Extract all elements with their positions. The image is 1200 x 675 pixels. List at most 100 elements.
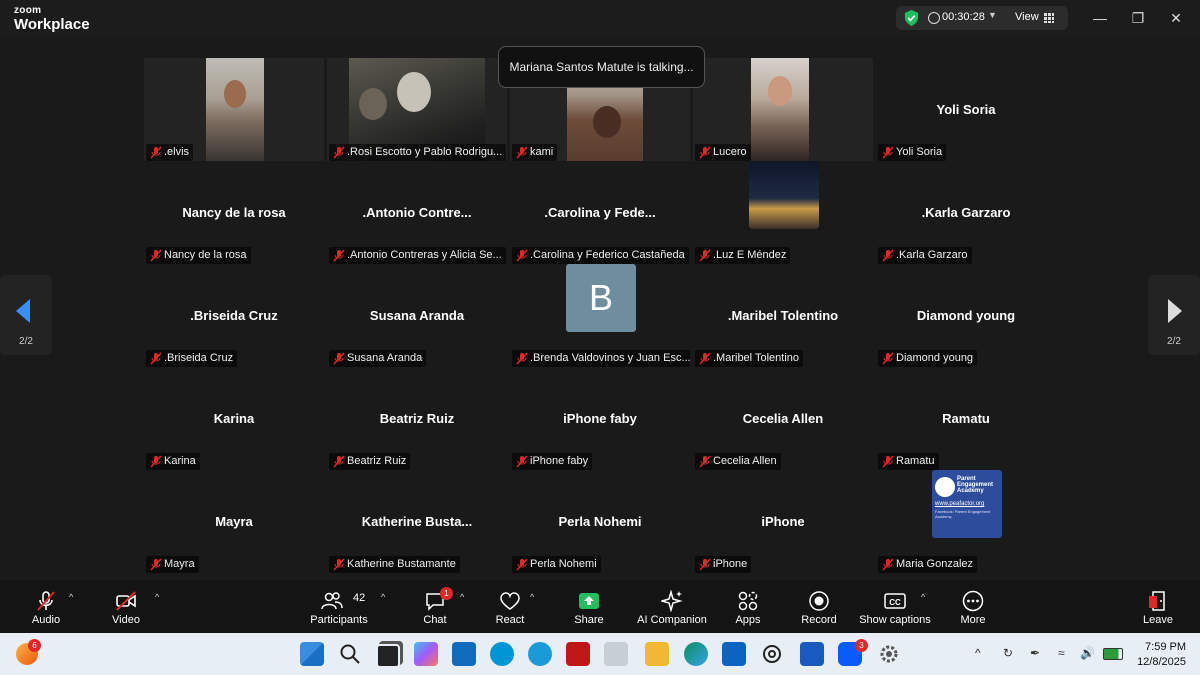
participants-button[interactable]: 42 Participants — [306, 580, 372, 633]
participant-label: .Maribel Tolentino — [695, 350, 804, 367]
participant-tile[interactable]: iPhone faby iPhone faby — [510, 367, 690, 470]
copilot-icon[interactable] — [414, 642, 438, 666]
microsoft-store-icon[interactable] — [452, 642, 476, 666]
more-button[interactable]: More — [952, 580, 994, 633]
leave-label: Leave — [1143, 614, 1173, 626]
participant-tile[interactable]: iPhone iPhone — [693, 470, 873, 573]
participant-name: Mayra — [215, 514, 253, 529]
record-button[interactable]: Record — [796, 580, 842, 633]
video-off-icon — [116, 591, 136, 611]
next-page-button[interactable]: 2/2 — [1148, 275, 1200, 355]
mic-muted-icon — [150, 352, 162, 365]
participant-tile[interactable]: Perla Nohemi Perla Nohemi — [510, 470, 690, 573]
meeting-timer[interactable]: 00:30:28 — [942, 11, 985, 23]
mic-muted-icon — [516, 352, 528, 365]
audio-label: Audio — [31, 614, 61, 626]
search-icon[interactable] — [338, 642, 362, 666]
restore-icon[interactable]: ❐ — [1128, 8, 1148, 28]
hp-icon[interactable] — [490, 642, 514, 666]
participant-label: iPhone faby — [512, 453, 593, 470]
react-label: React — [495, 614, 525, 626]
encryption-shield-icon[interactable] — [904, 10, 919, 26]
help-icon[interactable] — [528, 642, 552, 666]
participant-tile[interactable]: .Maribel Tolentino .Maribel Tolentino — [693, 264, 873, 367]
participant-tile[interactable]: .Antonio Contre... .Antonio Contreras y … — [327, 161, 507, 264]
video-button[interactable]: Video — [100, 580, 152, 633]
participant-tile[interactable]: .elvis — [144, 58, 324, 161]
participant-tile[interactable]: Yoli Soria Yoli Soria — [876, 58, 1056, 161]
participant-label: .Rosi Escotto y Pablo Rodrigu... — [329, 144, 507, 161]
mic-muted-icon — [882, 558, 894, 571]
mic-muted-icon — [37, 591, 55, 611]
react-options-chevron-icon[interactable]: ^ — [530, 592, 534, 602]
chat-options-chevron-icon[interactable]: ^ — [460, 592, 464, 602]
sparkle-icon — [661, 590, 683, 612]
apps-button[interactable]: Apps — [726, 580, 770, 633]
video-options-chevron-icon[interactable]: ^ — [155, 592, 159, 602]
participant-name: Ramatu — [942, 411, 990, 426]
participant-tile[interactable]: Diamond young Diamond young — [876, 264, 1056, 367]
participant-label: .Karla Garzaro — [878, 247, 972, 264]
participant-tile[interactable]: Ramatu Ramatu — [876, 367, 1056, 470]
participant-tile[interactable]: Karina Karina — [144, 367, 324, 470]
share-button[interactable]: Share — [566, 580, 612, 633]
system-clock[interactable]: 7:59 PM 12/8/2025 — [1137, 640, 1186, 670]
ai-companion-button[interactable]: AI Companion — [634, 580, 710, 633]
pen-icon[interactable]: ✒ — [1030, 646, 1040, 660]
outlook-icon[interactable] — [722, 642, 746, 666]
participant-tile[interactable]: Parent Engagement Academy www.peafactor.or… — [876, 470, 1056, 573]
participant-tile[interactable]: .Karla Garzaro .Karla Garzaro — [876, 161, 1056, 264]
battery-icon[interactable] — [1103, 648, 1123, 660]
captions-options-chevron-icon[interactable]: ^ — [921, 592, 925, 602]
word-icon[interactable] — [800, 642, 824, 666]
participant-tile[interactable]: .Briseida Cruz .Briseida Cruz — [144, 264, 324, 367]
participants-options-chevron-icon[interactable]: ^ — [381, 592, 385, 602]
participant-tile[interactable]: .Rosi Escotto y Pablo Rodrigu... — [327, 58, 507, 161]
participant-label: .Luz E Méndez — [695, 247, 791, 264]
participants-label: Participants — [310, 614, 368, 626]
react-button[interactable]: React — [488, 580, 532, 633]
previous-page-button[interactable]: 2/2 — [0, 275, 52, 355]
leave-button[interactable]: Leave — [1136, 580, 1180, 633]
participant-tile[interactable]: Lucero — [693, 58, 873, 161]
mic-muted-icon — [699, 455, 711, 468]
show-hidden-icons-chevron-icon[interactable]: ^ — [975, 646, 981, 660]
participant-label: Mayra — [146, 556, 199, 573]
timer-chevron-icon[interactable]: ▼ — [988, 10, 997, 20]
close-icon[interactable]: ✕ — [1166, 8, 1186, 28]
volume-icon[interactable]: 🔊 — [1080, 646, 1095, 660]
chat-button[interactable]: 1 Chat — [412, 580, 458, 633]
edge-browser-icon[interactable] — [684, 642, 708, 666]
mcafee-icon[interactable] — [566, 642, 590, 666]
mic-muted-icon — [150, 249, 162, 262]
active-speaker-notice: Mariana Santos Matute is talking... — [498, 46, 705, 88]
chatgpt-icon[interactable] — [760, 642, 784, 666]
wifi-icon[interactable]: ≈ — [1058, 646, 1065, 660]
file-explorer-icon[interactable] — [645, 642, 669, 666]
participant-tile[interactable]: Susana Aranda Susana Aranda — [327, 264, 507, 367]
participant-tile[interactable]: Mayra Mayra — [144, 470, 324, 573]
printer-icon[interactable] — [604, 642, 628, 666]
mic-muted-icon — [882, 455, 894, 468]
audio-button[interactable]: Audio — [20, 580, 72, 633]
participant-tile[interactable]: B .Brenda Valdovinos y Juan Esc... — [510, 264, 690, 367]
task-view-icon[interactable] — [376, 644, 400, 668]
participant-tile[interactable]: .Luz E Méndez — [693, 161, 873, 264]
audio-options-chevron-icon[interactable]: ^ — [69, 592, 73, 602]
sync-icon[interactable]: ↻ — [1003, 646, 1013, 660]
participant-tile[interactable]: Katherine Busta... Katherine Bustamante — [327, 470, 507, 573]
mic-muted-icon — [699, 558, 711, 571]
mic-muted-icon — [150, 558, 162, 571]
participant-tile[interactable]: Nancy de la rosa Nancy de la rosa — [144, 161, 324, 264]
participant-tile[interactable]: .Carolina y Fede... .Carolina y Federico… — [510, 161, 690, 264]
participant-tile[interactable]: Beatriz Ruiz Beatriz Ruiz — [327, 367, 507, 470]
show-captions-button[interactable]: CC Show captions — [858, 580, 932, 633]
start-windows-icon[interactable] — [300, 642, 324, 666]
participant-tile[interactable]: Cecelia Allen Cecelia Allen — [693, 367, 873, 470]
minimize-icon[interactable]: — — [1090, 8, 1110, 28]
settings-gear-icon[interactable] — [877, 642, 901, 666]
participant-label: Beatriz Ruiz — [329, 453, 411, 470]
grid-view-icon[interactable] — [1044, 13, 1054, 23]
participant-profile-picture: Parent Engagement Academy www.peafactor.or… — [932, 470, 1002, 538]
view-button[interactable]: View — [1015, 11, 1039, 23]
